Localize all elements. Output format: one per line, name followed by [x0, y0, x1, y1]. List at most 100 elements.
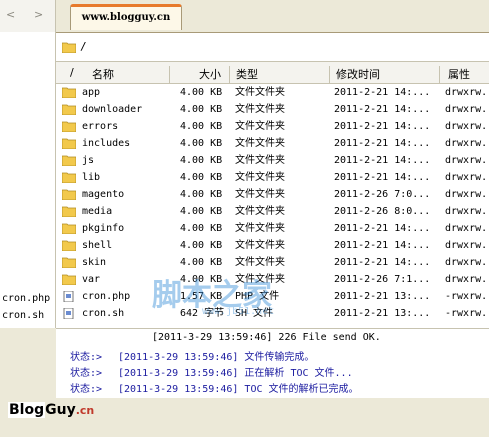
- file-type: 文件文件夹: [235, 189, 285, 200]
- folder-icon: [62, 155, 76, 166]
- file-size: 642 字节: [180, 308, 225, 319]
- file-modified: 2011-2-26 8:0...: [334, 206, 431, 217]
- file-attr: -rwxrw...: [445, 308, 489, 319]
- file-name: js: [82, 155, 95, 166]
- site-tab[interactable]: www.blogguy.cn: [70, 4, 182, 30]
- log-message: [2011-3-29 13:59:46] 正在解析 TOC 文件...: [118, 368, 353, 379]
- file-modified: 2011-2-26 7:1...: [334, 274, 431, 285]
- file-attr: drwxrw...: [445, 138, 489, 149]
- folder-icon: [62, 87, 76, 98]
- file-size: 4.00 KB: [180, 138, 223, 149]
- folder-icon: [62, 189, 76, 200]
- folder-icon: [62, 257, 76, 268]
- file-icon: [63, 308, 74, 319]
- folder-icon: [62, 172, 76, 183]
- file-attr: drwxrw...: [445, 87, 489, 98]
- file-size: 4.00 KB: [180, 172, 223, 183]
- path-bar[interactable]: /: [56, 32, 489, 62]
- table-row[interactable]: pkginfo 4.00 KB 文件文件夹 2011-2-21 14:... drwxr…: [56, 220, 489, 237]
- folder-icon: [62, 274, 76, 285]
- file-type: 文件文件夹: [235, 206, 285, 217]
- file-name: cron.sh: [82, 308, 125, 319]
- folder-icon: [62, 240, 76, 251]
- file-size: 4.00 KB: [180, 223, 223, 234]
- file-type: 文件文件夹: [235, 223, 285, 234]
- table-row[interactable]: media 4.00 KB 文件文件夹 2011-2-26 8:0... drwxrw.…: [56, 203, 489, 220]
- file-modified: 2011-2-26 7:0...: [334, 189, 431, 200]
- table-row[interactable]: includes 4.00 KB 文件文件夹 2011-2-21 14:... drwx…: [56, 135, 489, 152]
- log-label: 状态:>: [70, 384, 103, 395]
- file-attr: drwxrw...: [445, 121, 489, 132]
- file-type: PHP 文件: [235, 291, 280, 302]
- top-bar: < > www.blogguy.cn: [0, 0, 489, 32]
- column-attr[interactable]: 属性: [448, 66, 470, 82]
- table-row[interactable]: skin 4.00 KB 文件文件夹 2011-2-21 14:... drwxrw..…: [56, 254, 489, 271]
- file-type: 文件文件夹: [235, 240, 285, 251]
- file-size: 4.00 KB: [180, 240, 223, 251]
- file-type: 文件文件夹: [235, 87, 285, 98]
- file-size: 1.57 KB: [180, 291, 223, 302]
- file-modified: 2011-2-21 14:...: [334, 138, 431, 149]
- log-panel: [2011-3-29 13:59:46] 226 File send OK. 状态…: [56, 328, 489, 398]
- file-type: 文件文件夹: [235, 138, 285, 149]
- column-modified[interactable]: 修改时间: [336, 66, 380, 82]
- file-size: 4.00 KB: [180, 274, 223, 285]
- file-name: errors: [82, 121, 119, 132]
- file-name: downloader: [82, 104, 143, 115]
- table-row[interactable]: errors 4.00 KB 文件文件夹 2011-2-21 14:... drwxrw…: [56, 118, 489, 135]
- table-row[interactable]: cron.php 1.57 KB PHP 文件 2011-2-21 13:... -rw…: [56, 288, 489, 305]
- file-name: includes: [82, 138, 131, 149]
- log-label: 状态:>: [70, 368, 103, 379]
- file-size: 4.00 KB: [180, 104, 223, 115]
- table-row[interactable]: app 4.00 KB 文件文件夹 2011-2-21 14:... drwxrw...: [56, 84, 489, 101]
- file-size: 4.00 KB: [180, 257, 223, 268]
- table-row[interactable]: cron.sh 642 字节 SH 文件 2011-2-21 13:... -rwxrw…: [56, 305, 489, 322]
- file-name: pkginfo: [82, 223, 125, 234]
- table-row[interactable]: downloader 4.00 KB 文件文件夹 2011-2-21 14:... dr…: [56, 101, 489, 118]
- forward-button[interactable]: >: [34, 8, 43, 21]
- back-button[interactable]: <: [6, 8, 15, 21]
- table-row[interactable]: var 4.00 KB 文件文件夹 2011-2-26 7:1... drwxrw...: [56, 271, 489, 288]
- log-message: [2011-3-29 13:59:46] 文件传输完成。: [118, 352, 315, 363]
- file-type: 文件文件夹: [235, 257, 285, 268]
- log-message: [2011-3-29 13:59:46] 226 File send OK.: [152, 332, 381, 343]
- file-modified: 2011-2-21 13:...: [334, 291, 431, 302]
- file-size: 4.00 KB: [180, 87, 223, 98]
- file-type: SH 文件: [235, 308, 274, 319]
- file-modified: 2011-2-21 13:...: [334, 308, 431, 319]
- column-size[interactable]: 大小: [199, 66, 221, 82]
- folder-icon: [62, 223, 76, 234]
- left-pane: cron.php cron.sh: [0, 32, 56, 328]
- file-name: skin: [82, 257, 107, 268]
- log-label: 状态:>: [70, 352, 103, 363]
- table-row[interactable]: magento 4.00 KB 文件文件夹 2011-2-26 7:0... drwxr…: [56, 186, 489, 203]
- column-name[interactable]: 名称: [92, 66, 114, 82]
- table-row[interactable]: js 4.00 KB 文件文件夹 2011-2-21 14:... drwxrw...: [56, 152, 489, 169]
- file-type: 文件文件夹: [235, 104, 285, 115]
- file-name: magento: [82, 189, 125, 200]
- folder-icon: [62, 206, 76, 217]
- folder-icon: [62, 42, 76, 53]
- file-type: 文件文件夹: [235, 155, 285, 166]
- file-name: app: [82, 87, 101, 98]
- sort-indicator: /: [70, 66, 74, 79]
- column-type[interactable]: 类型: [236, 66, 258, 82]
- file-name: var: [82, 274, 101, 285]
- table-row[interactable]: shell 4.00 KB 文件文件夹 2011-2-21 14:... drwxrw.…: [56, 237, 489, 254]
- file-name: media: [82, 206, 113, 217]
- file-attr: drwxrw...: [445, 257, 489, 268]
- table-row[interactable]: lib 4.00 KB 文件文件夹 2011-2-21 14:... drwxrw...: [56, 169, 489, 186]
- file-modified: 2011-2-21 14:...: [334, 172, 431, 183]
- list-header: / 名称 大小 类型 修改时间 属性: [56, 62, 489, 84]
- file-attr: drwxrw...: [445, 223, 489, 234]
- file-name: lib: [82, 172, 101, 183]
- file-list: / 名称 大小 类型 修改时间 属性 app 4.00 KB 文件文件夹 2011-2…: [56, 62, 489, 328]
- file-type: 文件文件夹: [235, 274, 285, 285]
- file-type: 文件文件夹: [235, 121, 285, 132]
- file-size: 4.00 KB: [180, 121, 223, 132]
- file-modified: 2011-2-21 14:...: [334, 155, 431, 166]
- file-name: shell: [82, 240, 113, 251]
- nav-area: < >: [0, 0, 56, 32]
- file-modified: 2011-2-21 14:...: [334, 257, 431, 268]
- file-attr: drwxrw...: [445, 274, 489, 285]
